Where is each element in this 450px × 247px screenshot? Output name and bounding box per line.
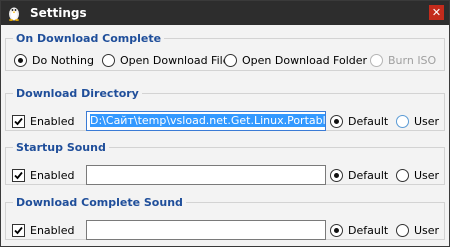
radio-user-download-complete-sound[interactable]: User bbox=[396, 222, 439, 238]
radio-circle[interactable] bbox=[14, 53, 27, 67]
radio-circle[interactable] bbox=[396, 114, 409, 128]
checkbox-box[interactable] bbox=[12, 168, 25, 182]
close-icon: ✕ bbox=[431, 6, 442, 19]
radio-label: Do Nothing bbox=[32, 53, 94, 67]
radio-label: Default bbox=[348, 223, 389, 237]
checkbox-box[interactable] bbox=[12, 114, 25, 128]
title-bar: Settings ✕ bbox=[1, 1, 449, 25]
radio-burn-iso: Burn ISO bbox=[370, 52, 436, 68]
checkbox-enabled-download-directory[interactable]: Enabled bbox=[12, 113, 74, 129]
group-title-startup-sound: Startup Sound bbox=[13, 141, 109, 154]
checkbox-label: Enabled bbox=[30, 168, 75, 182]
radio-circle[interactable] bbox=[330, 168, 343, 182]
path-text: D:\Сайт\temp\vsload.net.Get.Linux.Portab… bbox=[90, 114, 325, 127]
startup-sound-group: Startup Sound Enabled Default User bbox=[5, 141, 445, 185]
radio-circle bbox=[370, 53, 383, 67]
radio-default-startup-sound[interactable]: Default bbox=[330, 167, 388, 183]
radio-open-download-file[interactable]: Open Download File bbox=[102, 52, 229, 68]
download-complete-sound-path-input[interactable] bbox=[86, 220, 326, 240]
radio-circle[interactable] bbox=[330, 223, 343, 237]
radio-label: User bbox=[414, 114, 440, 128]
radio-user-download-directory[interactable]: User bbox=[396, 113, 439, 129]
radio-label: User bbox=[414, 223, 440, 237]
group-title-download-directory: Download Directory bbox=[13, 87, 142, 100]
radio-default-download-complete-sound[interactable]: Default bbox=[330, 222, 388, 238]
radio-circle[interactable] bbox=[396, 168, 409, 182]
download-directory-path-input[interactable]: D:\Сайт\temp\vsload.net.Get.Linux.Portab… bbox=[86, 111, 326, 131]
radio-circle[interactable] bbox=[102, 53, 115, 67]
linux-penguin-icon bbox=[9, 7, 19, 21]
radio-circle[interactable] bbox=[330, 114, 343, 128]
download-directory-group: Download Directory Enabled D:\Сайт\temp\… bbox=[5, 87, 445, 131]
checkmark-icon bbox=[14, 117, 23, 125]
download-complete-sound-group: Download Complete Sound Enabled Default … bbox=[5, 196, 445, 240]
radio-label: Burn ISO bbox=[388, 53, 437, 67]
radio-circle[interactable] bbox=[224, 53, 237, 67]
group-title-on-download-complete: On Download Complete bbox=[13, 32, 165, 45]
settings-window: Settings ✕ On Download Complete Do Nothi… bbox=[0, 0, 450, 247]
startup-sound-path-input[interactable] bbox=[86, 165, 326, 185]
window-title: Settings bbox=[30, 6, 87, 20]
radio-label: User bbox=[414, 168, 440, 182]
checkbox-box[interactable] bbox=[12, 223, 25, 237]
checkbox-enabled-download-complete-sound[interactable]: Enabled bbox=[12, 222, 74, 238]
close-button[interactable]: ✕ bbox=[429, 5, 444, 20]
checkbox-label: Enabled bbox=[30, 223, 75, 237]
radio-circle[interactable] bbox=[396, 223, 409, 237]
radio-user-startup-sound[interactable]: User bbox=[396, 167, 439, 183]
radio-do-nothing[interactable]: Do Nothing bbox=[14, 52, 94, 68]
radio-label: Open Download File bbox=[120, 53, 230, 67]
radio-label: Default bbox=[348, 168, 389, 182]
group-title-download-complete-sound: Download Complete Sound bbox=[13, 196, 186, 209]
radio-open-download-folder[interactable]: Open Download Folder bbox=[224, 52, 367, 68]
checkmark-icon bbox=[14, 226, 23, 234]
on-download-complete-group: On Download Complete Do Nothing Open Dow… bbox=[5, 32, 445, 71]
checkbox-enabled-startup-sound[interactable]: Enabled bbox=[12, 167, 74, 183]
radio-label: Default bbox=[348, 114, 389, 128]
radio-default-download-directory[interactable]: Default bbox=[330, 113, 388, 129]
radio-label: Open Download Folder bbox=[242, 53, 368, 67]
checkmark-icon bbox=[14, 171, 23, 179]
checkbox-label: Enabled bbox=[30, 114, 75, 128]
